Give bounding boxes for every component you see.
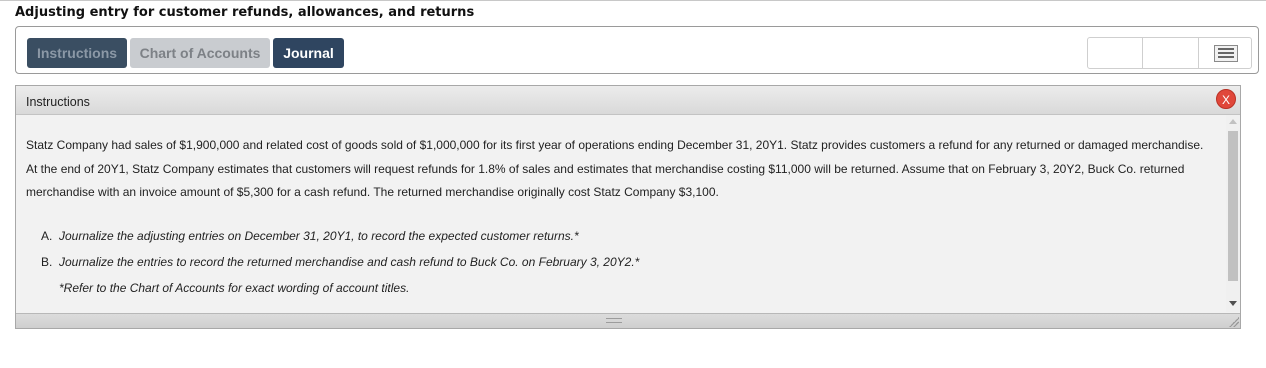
list-item: A. Journalize the adjusting entries on D… [41, 223, 639, 249]
task-text: Journalize the entries to record the ret… [59, 255, 640, 269]
task-text: Journalize the adjusting entries on Dece… [59, 229, 579, 243]
list-item: B. Journalize the entries to record the … [41, 249, 639, 275]
tab-toolbar: Instructions Chart of Accounts Journal [15, 26, 1259, 74]
task-list: A. Journalize the adjusting entries on D… [41, 223, 639, 301]
corner-resize-icon[interactable] [1229, 317, 1239, 327]
instructions-body: Statz Company had sales of $1,900,000 an… [26, 134, 1214, 205]
scroll-thumb[interactable] [1228, 131, 1238, 281]
footnote: *Refer to the Chart of Accounts for exac… [59, 281, 410, 295]
vertical-scrollbar[interactable] [1226, 115, 1240, 312]
menu-button[interactable] [1199, 38, 1252, 68]
toolbar-button-group [1087, 37, 1252, 69]
scroll-down-arrow-icon[interactable] [1229, 301, 1237, 306]
panel-footer [16, 313, 1240, 328]
tab-chart-of-accounts[interactable]: Chart of Accounts [130, 38, 270, 68]
page-title: Adjusting entry for customer refunds, al… [15, 5, 475, 20]
tab-journal[interactable]: Journal [273, 38, 344, 68]
panel-header: Instructions X [16, 86, 1240, 115]
instructions-paragraph: Statz Company had sales of $1,900,000 an… [26, 138, 1204, 199]
menu-icon [1213, 44, 1238, 62]
panel-title: Instructions [26, 95, 90, 109]
top-divider [0, 0, 1266, 1]
task-letter: A. [41, 229, 53, 243]
tab-instructions[interactable]: Instructions [27, 38, 127, 68]
instructions-panel: Instructions X Statz Company had sales o… [15, 85, 1241, 329]
resize-handle-icon[interactable] [606, 318, 622, 323]
toolbar-button-2[interactable] [1143, 38, 1199, 68]
task-letter: B. [41, 255, 53, 269]
close-button[interactable]: X [1216, 89, 1236, 109]
scroll-up-arrow-icon[interactable] [1229, 119, 1237, 124]
toolbar-button-1[interactable] [1088, 38, 1143, 68]
